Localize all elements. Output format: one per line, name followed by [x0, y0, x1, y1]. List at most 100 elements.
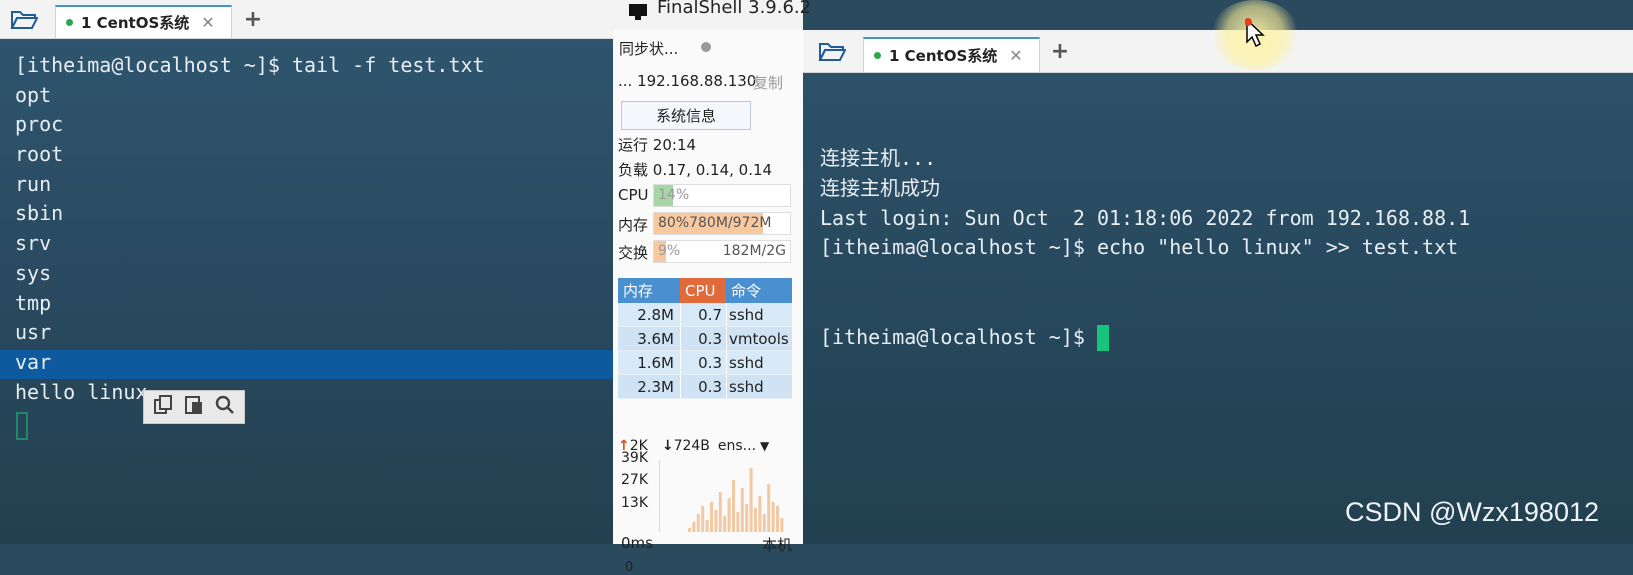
- process-memory: 2.8M: [637, 305, 674, 324]
- sync-status-icon: [701, 42, 711, 52]
- app-logo-icon: [629, 4, 647, 20]
- tab-centos-right[interactable]: 1 CentOS系统 ✕: [863, 37, 1040, 72]
- latency-value: 0ms: [621, 534, 653, 552]
- close-icon[interactable]: ✕: [1009, 46, 1022, 65]
- memory-value: 80%780M/972M: [658, 215, 772, 231]
- network-traffic-bar: [745, 504, 749, 532]
- download-rate: 724B: [673, 438, 710, 454]
- terminal-line: root: [15, 142, 64, 167]
- terminal-line: 连接主机...: [820, 146, 937, 171]
- swap-label: 交换: [618, 244, 649, 262]
- terminal-line: opt: [15, 82, 52, 107]
- system-info-button[interactable]: 系统信息: [621, 101, 751, 130]
- network-traffic-bar: [714, 510, 718, 532]
- new-tab-button[interactable]: +: [1045, 30, 1075, 72]
- left-terminal-output[interactable]: [itheima@localhost ~]$ tail -f test.txt o…: [15, 51, 485, 407]
- app-title: FinalShell 3.9.6.2: [657, 0, 812, 18]
- connection-status-icon: [66, 19, 73, 26]
- folder-open-icon[interactable]: [0, 0, 48, 38]
- process-table-header: 内存 CPU 命令: [618, 278, 792, 303]
- process-row[interactable]: 2.3M 0.3 sshd: [618, 375, 792, 399]
- terminal-cursor: [16, 412, 28, 440]
- process-row[interactable]: 1.6M 0.3 sshd: [618, 351, 792, 375]
- network-traffic-bar: [754, 508, 757, 532]
- network-traffic-bar: [688, 528, 691, 532]
- network-traffic-bar: [771, 502, 775, 532]
- graph-label-top: 39K: [621, 450, 648, 466]
- terminal-prompt: [itheima@localhost ~]$: [820, 324, 1097, 349]
- terminal-line: hello linux: [15, 379, 148, 404]
- network-traffic-bar: [732, 480, 735, 532]
- close-icon[interactable]: ✕: [201, 13, 214, 32]
- process-memory: 2.3M: [637, 377, 674, 396]
- network-traffic-bar: [692, 522, 696, 532]
- folder-open-icon[interactable]: [808, 30, 856, 72]
- process-memory: 3.6M: [637, 329, 674, 348]
- terminal-line: sys: [15, 260, 52, 285]
- process-cpu: 0.3: [680, 375, 726, 398]
- terminal-line: srv: [15, 231, 52, 256]
- tab-label: 1 CentOS系统: [889, 47, 998, 65]
- process-cpu: 0.3: [680, 351, 726, 374]
- process-row[interactable]: 3.6M 0.3 vmtools: [618, 327, 792, 351]
- network-traffic-bar: [718, 492, 722, 532]
- terminal-line: var: [15, 349, 52, 374]
- uptime-value: 20:14: [652, 136, 697, 154]
- swap-meter: 9% 182M/2G: [653, 240, 791, 263]
- graph-label-low: 13K: [621, 495, 648, 511]
- network-traffic-bar: [736, 512, 740, 532]
- network-traffic-bar: [762, 514, 766, 532]
- network-traffic-bar: [740, 488, 744, 532]
- terminal-line: [itheima@localhost ~]$ echo "hello linux…: [820, 235, 1459, 260]
- copy-icon[interactable]: [152, 394, 174, 420]
- right-terminal-window: 1 CentOS系统 ✕ + 连接主机... 连接主机成功 Last login: …: [803, 30, 1633, 544]
- process-command: sshd: [726, 303, 792, 326]
- connection-status-icon: [874, 52, 881, 59]
- terminal-line: sbin: [15, 201, 64, 226]
- terminal-line: [itheima@localhost ~]$ tail -f test.txt: [15, 53, 485, 77]
- search-icon[interactable]: [214, 394, 236, 420]
- new-tab-button[interactable]: +: [238, 0, 268, 38]
- chevron-down-icon[interactable]: ▼: [760, 439, 769, 453]
- terminal-line: tmp: [15, 290, 52, 315]
- load-row: 负载 0.17, 0.14, 0.14: [618, 161, 773, 179]
- column-header-command[interactable]: 命令: [726, 278, 792, 303]
- terminal-line: run: [15, 171, 52, 196]
- network-traffic-bar: [723, 516, 727, 532]
- network-traffic-bar: [710, 502, 713, 532]
- memory-meter: 80%780M/972M: [653, 212, 791, 235]
- copy-link[interactable]: 复制: [753, 72, 783, 93]
- terminal-line: usr: [15, 320, 52, 345]
- terminal-line: Last login: Sun Oct 2 01:18:06 2022 from…: [820, 205, 1471, 230]
- terminal-prompt-line: [itheima@localhost ~]$: [820, 323, 1470, 353]
- local-label: 本机: [762, 536, 793, 554]
- network-traffic-bar: [758, 496, 762, 532]
- system-info-sidebar: 同步状... ... 192.168.88.130 复制 系统信息 运行 20:…: [613, 30, 804, 575]
- selection-toolbar: [143, 390, 245, 424]
- tab-centos-left[interactable]: 1 CentOS系统 ✕: [55, 5, 232, 38]
- graph-label-mid: 27K: [621, 472, 648, 488]
- process-row[interactable]: 2.8M 0.7 sshd: [618, 303, 792, 327]
- latency-axis-zero: 0: [625, 560, 634, 575]
- process-command: sshd: [726, 351, 792, 374]
- memory-label: 内存: [618, 216, 649, 234]
- network-traffic-bar: [705, 520, 709, 532]
- host-address: ... 192.168.88.130: [618, 72, 757, 90]
- process-table: 内存 CPU 命令 2.8M 0.7 sshd 3.6M 0.3 vmtools 1.6M 0…: [618, 278, 792, 399]
- watermark: CSDN @Wzx198012: [1345, 497, 1599, 527]
- uptime-row: 运行 20:14: [618, 136, 697, 154]
- column-header-memory[interactable]: 内存: [618, 278, 680, 303]
- column-header-cpu[interactable]: CPU: [680, 278, 726, 303]
- network-traffic-bar: [749, 468, 753, 532]
- paste-icon[interactable]: [183, 394, 205, 420]
- cpu-label: CPU: [618, 186, 649, 204]
- terminal-cursor: [1096, 325, 1109, 352]
- right-terminal-output[interactable]: 连接主机... 连接主机成功 Last login: Sun Oct 2 01:18…: [820, 85, 1470, 412]
- network-interface-select[interactable]: ens...: [718, 438, 756, 454]
- swap-value: 182M/2G: [722, 243, 786, 259]
- cpu-percent: 14%: [658, 187, 690, 203]
- process-command: vmtools: [726, 327, 792, 350]
- process-cpu: 0.3: [680, 327, 726, 350]
- network-traffic-bar: [696, 514, 700, 532]
- network-traffic-bar: [767, 484, 771, 532]
